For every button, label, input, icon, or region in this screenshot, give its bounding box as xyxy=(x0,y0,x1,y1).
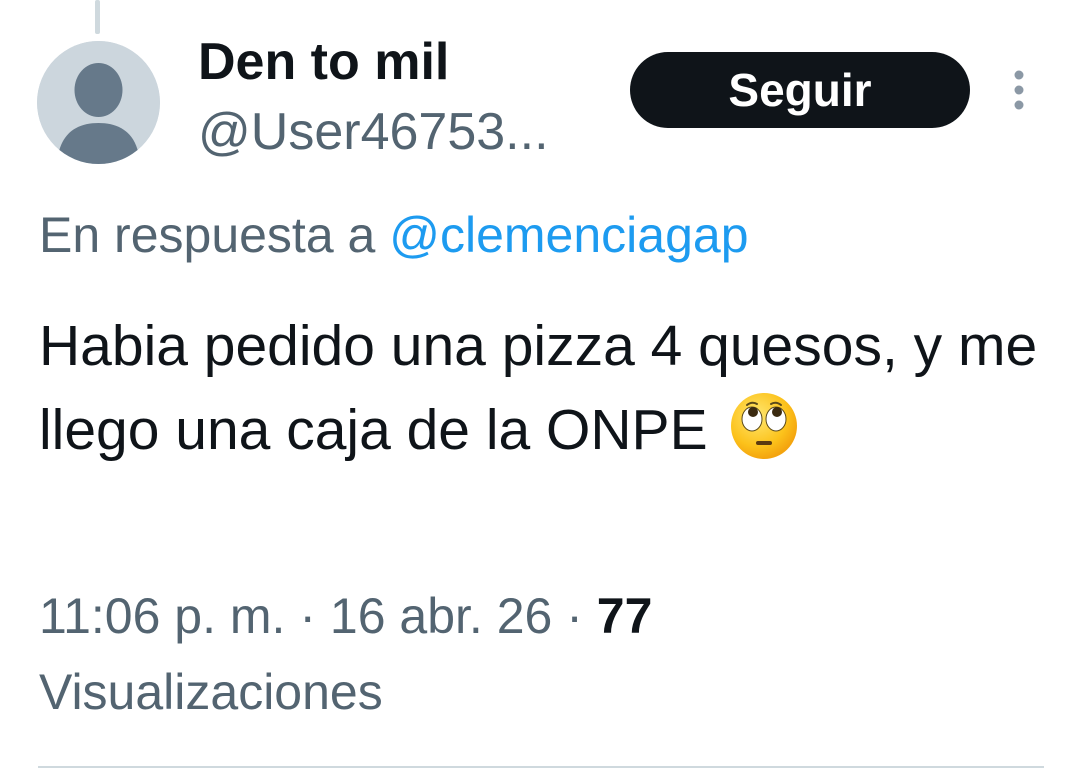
more-options-button[interactable] xyxy=(1002,66,1036,114)
reply-context-prefix: En respuesta a xyxy=(39,207,376,263)
default-user-icon xyxy=(37,41,160,164)
divider xyxy=(38,766,1044,768)
meta-separator: · xyxy=(566,588,583,644)
meta-separator: · xyxy=(299,588,316,644)
views-label: Visualizaciones xyxy=(39,664,383,720)
tweet-date[interactable]: 16 abr. 26 xyxy=(330,588,552,644)
tweet-body: Habia pedido una pizza 4 quesos, y me ll… xyxy=(39,314,1038,462)
author-handle[interactable]: @User46753... xyxy=(198,100,549,164)
thread-connector-line xyxy=(95,0,100,34)
author-display-name[interactable]: Den to mil xyxy=(198,30,449,94)
tweet: Den to mil @User46753... Seguir En respu… xyxy=(0,0,1080,772)
tweet-time[interactable]: 11:06 p. m. xyxy=(39,588,285,644)
tweet-meta: 11:06 p. m. · 16 abr. 26 · 77 Visualizac… xyxy=(39,578,1049,730)
views-count: 77 xyxy=(596,588,653,644)
avatar[interactable] xyxy=(37,41,160,164)
follow-button[interactable]: Seguir xyxy=(630,52,970,128)
reply-mention-link[interactable]: @clemenciagap xyxy=(389,207,748,263)
reply-context: En respuesta a @clemenciagap xyxy=(39,204,749,266)
more-vertical-icon xyxy=(1014,70,1024,110)
tweet-text: Habia pedido una pizza 4 quesos, y me ll… xyxy=(39,304,1049,472)
face-with-rolling-eyes-icon xyxy=(729,391,799,461)
